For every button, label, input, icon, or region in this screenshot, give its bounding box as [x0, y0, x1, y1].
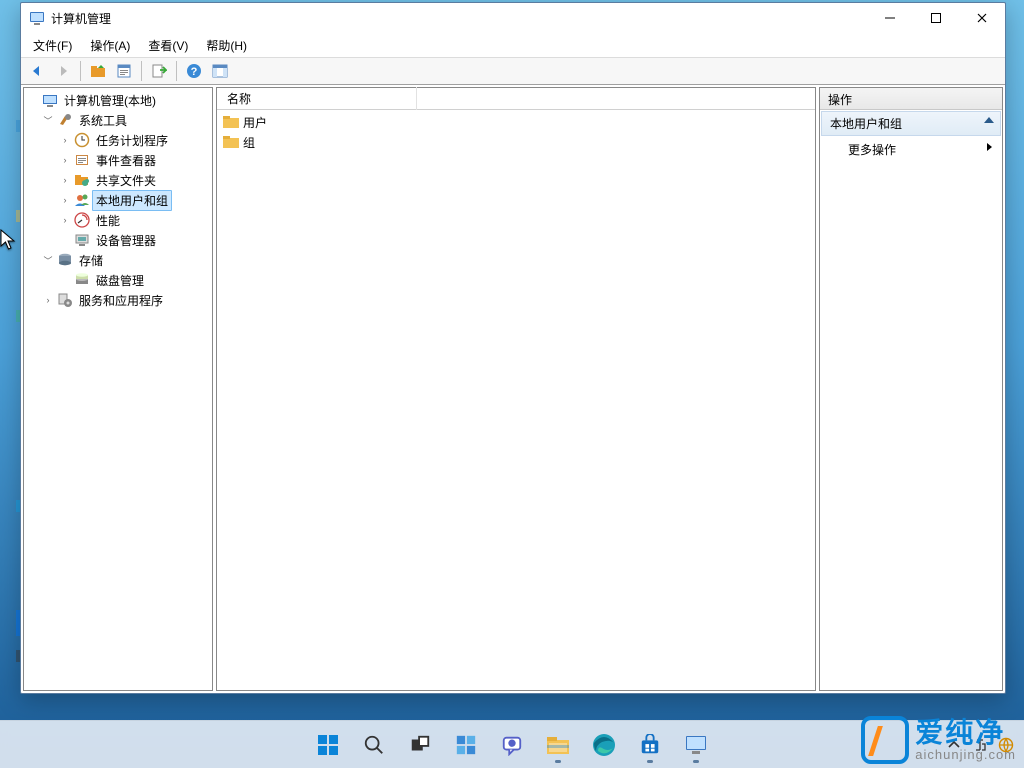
search-button[interactable] [354, 725, 394, 765]
column-header-row: 名称 [217, 88, 815, 110]
event-viewer-icon [74, 152, 90, 168]
cursor-icon [0, 229, 18, 253]
action-pane: 操作 本地用户和组 更多操作 [819, 87, 1003, 691]
menu-file[interactable]: 文件(F) [25, 34, 80, 57]
caret-up-icon [984, 117, 994, 123]
widgets-button[interactable] [446, 725, 486, 765]
storage-icon [57, 252, 73, 268]
tree-root-label: 计算机管理(本地) [60, 90, 160, 111]
tree-storage[interactable]: ﹀ 存储 [24, 250, 212, 270]
showhide-button[interactable] [208, 59, 232, 83]
compmgmt-task-button[interactable] [676, 725, 716, 765]
tree-device-manager[interactable]: › 设备管理器 [24, 230, 212, 250]
file-explorer-button[interactable] [538, 725, 578, 765]
back-button[interactable] [25, 59, 49, 83]
content-pane: 名称 用户 组 [216, 87, 816, 691]
titlebar[interactable]: 计算机管理 [21, 3, 1005, 33]
watermark-subtitle: aichunjing.com [915, 748, 1016, 761]
shared-folders-icon [74, 172, 90, 188]
list-item-label: 组 [243, 134, 255, 151]
svg-text:?: ? [191, 66, 198, 78]
taskview-button[interactable] [400, 725, 440, 765]
tree-root[interactable]: ▸ 计算机管理(本地) [24, 90, 212, 110]
tree-performance[interactable]: › 性能 [24, 210, 212, 230]
local-users-groups-icon [74, 192, 90, 208]
computer-mgmt-icon [42, 92, 58, 108]
close-button[interactable] [959, 3, 1005, 33]
tree-event-viewer[interactable]: › 事件查看器 [24, 150, 212, 170]
tree-local-users-groups[interactable]: › 本地用户和组 [24, 190, 212, 210]
export-button[interactable] [147, 59, 171, 83]
minimize-button[interactable] [867, 3, 913, 33]
tree-local-users-groups-label: 本地用户和组 [92, 190, 172, 211]
menu-action[interactable]: 操作(A) [82, 34, 138, 57]
start-button[interactable] [308, 725, 348, 765]
column-name[interactable]: 名称 [217, 87, 417, 110]
tree-system-tools[interactable]: ﹀ 系统工具 [24, 110, 212, 130]
forward-button[interactable] [51, 59, 75, 83]
help-button[interactable]: ? [182, 59, 206, 83]
tree-pane[interactable]: ▸ 计算机管理(本地) ﹀ 系统工具 › 任务计划程序 [23, 87, 213, 691]
tree-disk-mgmt[interactable]: › 磁盘管理 [24, 270, 212, 290]
computer-management-window: 计算机管理 文件(F) 操作(A) 查看(V) 帮助(H) ? [20, 2, 1006, 694]
services-apps-icon [57, 292, 73, 308]
tree-shared-folders[interactable]: › 共享文件夹 [24, 170, 212, 190]
app-icon [29, 10, 45, 26]
folder-icon [223, 134, 239, 150]
action-section-title[interactable]: 本地用户和组 [821, 111, 1001, 136]
tree-services-apps[interactable]: › 服务和应用程序 [24, 290, 212, 310]
window-title: 计算机管理 [51, 10, 111, 27]
maximize-button[interactable] [913, 3, 959, 33]
toolbar: ? [21, 57, 1005, 85]
up-button[interactable] [86, 59, 110, 83]
chevron-right-icon [987, 143, 992, 151]
store-button[interactable] [630, 725, 670, 765]
tree-task-scheduler[interactable]: › 任务计划程序 [24, 130, 212, 150]
content-body[interactable]: 用户 组 [217, 110, 815, 690]
chat-button[interactable] [492, 725, 532, 765]
folder-icon [223, 114, 239, 130]
watermark-title: 爱纯净 [915, 720, 1016, 748]
action-more[interactable]: 更多操作 [820, 137, 1002, 162]
task-scheduler-icon [74, 132, 90, 148]
properties-button[interactable] [112, 59, 136, 83]
watermark: 爱纯净 aichunjing.com [861, 716, 1016, 764]
list-item-users[interactable]: 用户 [217, 112, 815, 132]
device-manager-icon [74, 232, 90, 248]
list-item-label: 用户 [243, 114, 267, 131]
menu-view[interactable]: 查看(V) [140, 34, 196, 57]
list-item-groups[interactable]: 组 [217, 132, 815, 152]
performance-icon [74, 212, 90, 228]
menubar: 文件(F) 操作(A) 查看(V) 帮助(H) [21, 33, 1005, 57]
disk-mgmt-icon [74, 272, 90, 288]
system-tools-icon [57, 112, 73, 128]
edge-button[interactable] [584, 725, 624, 765]
taskbar-center [308, 725, 716, 765]
action-pane-header: 操作 [820, 88, 1002, 110]
watermark-logo-icon [861, 716, 909, 764]
menu-help[interactable]: 帮助(H) [198, 34, 255, 57]
